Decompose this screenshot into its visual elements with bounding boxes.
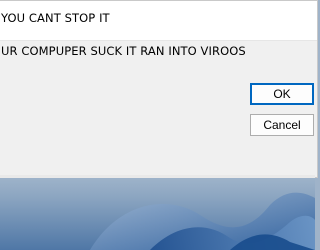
dialog-titlebar[interactable]: YOU CANT STOP IT (0, 1, 317, 41)
dialog-title: YOU CANT STOP IT (1, 11, 110, 25)
ok-button[interactable]: OK (250, 83, 314, 105)
cancel-button[interactable]: Cancel (250, 114, 314, 136)
message-dialog: YOU CANT STOP IT UR COMPUPER SUCK IT RAN… (0, 0, 318, 178)
dialog-bottom-edge (0, 175, 315, 178)
dialog-message: UR COMPUPER SUCK IT RAN INTO VIROOS (1, 44, 246, 58)
